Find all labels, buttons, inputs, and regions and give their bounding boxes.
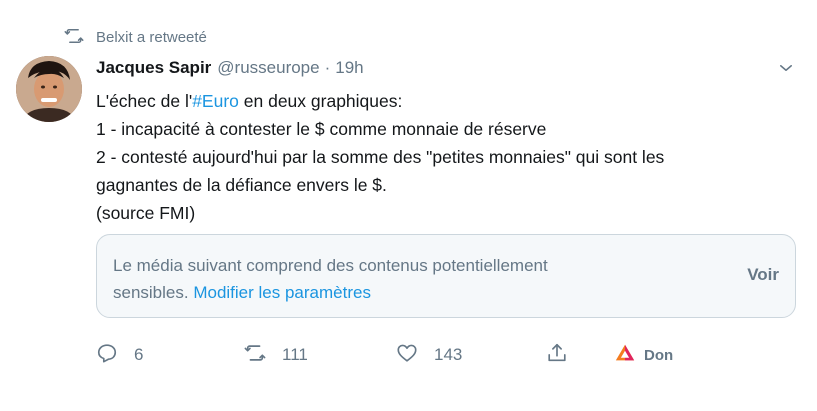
brave-triangle-icon: [614, 342, 636, 369]
separator-dot: ·: [324, 58, 331, 77]
text-segment: en deux graphiques:: [238, 91, 403, 111]
don-button[interactable]: Don: [614, 340, 673, 370]
tweet-header: Jacques Sapir @russeurope · 19h: [96, 58, 364, 78]
tweet-time[interactable]: 19h: [335, 58, 363, 78]
warning-text-line-1: Le média suivant comprend des contenus p…: [113, 256, 548, 275]
tweet-line-5: (source FMI): [96, 203, 196, 223]
warning-text-line-2: sensibles.: [113, 283, 194, 302]
heart-icon: [396, 342, 418, 369]
tweet-text: L'échec de l'#Euro en deux graphiques: 1…: [96, 87, 796, 227]
retweeted-by-label: Belxit a retweeté: [96, 28, 207, 46]
don-label: Don: [644, 346, 674, 364]
sensitive-media-message: Le média suivant comprend des contenus p…: [113, 252, 673, 306]
author-handle[interactable]: @russeurope: [217, 58, 319, 78]
retweet-icon: [64, 26, 86, 48]
tweet-actions: 6 111 143 Don: [96, 340, 796, 370]
tweet-line-4: gagnantes de la défiance envers le $.: [96, 175, 387, 195]
share-icon: [546, 342, 568, 369]
reply-count: 6: [134, 345, 144, 364]
tweet-line-1: L'échec de l'#Euro en deux graphiques:: [96, 87, 796, 115]
tweet-line-3: 2 - contesté aujourd'hui par la somme de…: [96, 147, 665, 167]
tweet-menu-button[interactable]: [772, 56, 800, 84]
chevron-down-icon: [777, 59, 795, 82]
retweet-button[interactable]: 111: [244, 340, 308, 370]
tweet-line-2: 1 - incapacité à contester le $ comme mo…: [96, 119, 547, 139]
hashtag-euro-link[interactable]: #Euro: [192, 91, 239, 111]
like-button[interactable]: 143: [396, 340, 462, 370]
retweet-icon: [244, 342, 266, 369]
reply-icon: [96, 342, 118, 369]
text-segment: L'échec de l': [96, 91, 193, 111]
share-button[interactable]: [546, 340, 568, 370]
reply-button[interactable]: 6: [96, 340, 143, 370]
view-media-button[interactable]: Voir: [747, 265, 779, 285]
retweeted-by[interactable]: Belxit a retweeté: [64, 26, 207, 48]
sensitive-media-warning: Le média suivant comprend des contenus p…: [96, 234, 796, 318]
author-name[interactable]: Jacques Sapir: [96, 58, 211, 78]
retweet-count: 111: [282, 345, 308, 364]
avatar[interactable]: [16, 56, 82, 122]
like-count: 143: [434, 345, 463, 364]
modify-settings-link[interactable]: Modifier les paramètres: [193, 283, 371, 302]
